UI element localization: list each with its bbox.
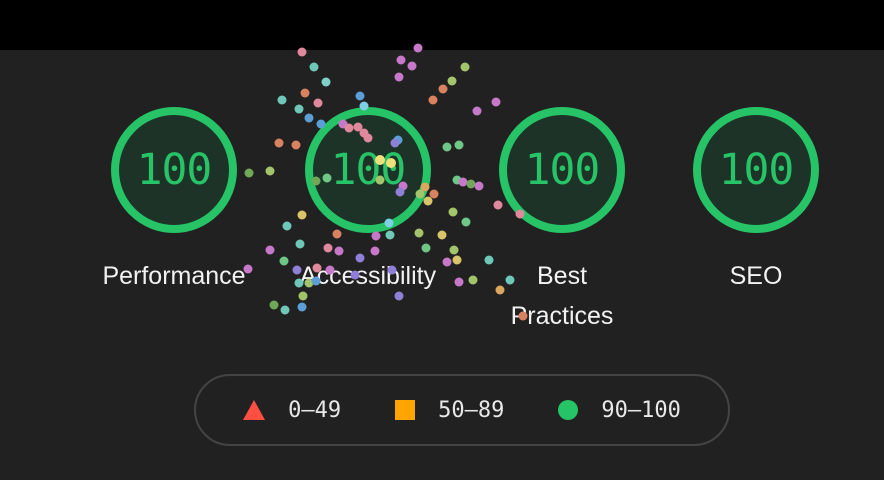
gauge-label: SEO [729,262,783,290]
score-ring: 100 [304,106,432,234]
top-bar [0,0,884,50]
gauge-label: Accessibility [299,262,437,290]
legend-range: 90–100 [601,397,681,423]
gauge-accessibility[interactable]: 100 Accessibility [288,106,448,296]
gauge-best-practices[interactable]: 100 Best Practices [482,106,642,336]
gauge-score: 100 [718,145,795,195]
score-legend: 0–49 50–89 90–100 [194,374,730,446]
score-ring: 100 [692,106,820,234]
legend-item-pass: 90–100 [558,397,681,423]
lighthouse-report: 100 Performance 100 Accessibility 100 Be… [0,0,884,480]
square-icon [395,400,416,420]
triangle-icon [243,400,266,420]
gauge-label: Performance [102,262,246,290]
legend-range: 0–49 [288,397,342,423]
gauge-score: 100 [524,145,601,195]
circle-icon [558,400,579,420]
gauge-score: 100 [136,145,213,195]
gauge-score: 100 [330,145,407,195]
legend-item-fail: 0–49 [243,398,341,423]
score-ring: 100 [498,106,626,234]
gauge-performance[interactable]: 100 Performance [94,106,254,296]
gauge-seo[interactable]: 100 SEO [676,106,836,296]
legend-item-average: 50–89 [395,398,504,423]
score-ring: 100 [110,106,238,234]
gauge-label: Best Practices [510,262,614,330]
legend-range: 50–89 [438,397,505,423]
